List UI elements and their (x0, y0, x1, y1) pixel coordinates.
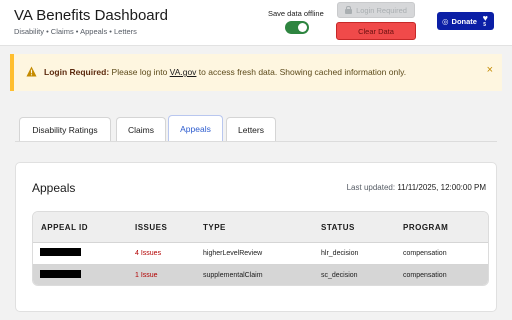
program-cell: compensation (403, 250, 447, 257)
donate-button[interactable]: ◎ Donate ♥ 5 (437, 12, 494, 30)
col-program: PROGRAM (403, 223, 449, 232)
login-alert: Login Required: Please log into VA.gov t… (10, 54, 502, 91)
app-header: VA Benefits Dashboard Disability • Claim… (0, 0, 512, 46)
table-row[interactable]: 1 Issue supplementalClaim sc_decision co… (33, 264, 488, 285)
last-updated-value: 11/11/2025, 12:00:00 PM (397, 183, 486, 192)
appeals-table: APPEAL ID ISSUES TYPE STATUS PROGRAM 4 I… (32, 211, 489, 286)
clear-button-label: Clear Data (358, 26, 394, 36)
alert-text-after: to access fresh data. Showing cached inf… (196, 67, 407, 77)
tab-appeals[interactable]: Appeals (168, 115, 223, 141)
appeals-title: Appeals (32, 181, 76, 195)
tab-letters[interactable]: Letters (226, 117, 276, 141)
donate-count: 5 (483, 22, 486, 28)
issues-cell: 4 Issues (135, 250, 162, 257)
alert-text-before: Please log into (109, 67, 170, 77)
login-button-label: Login Required (356, 5, 407, 15)
status-cell: hlr_decision (321, 250, 359, 257)
donate-icon: ◎ (442, 16, 449, 26)
alert-close-icon[interactable]: × (487, 65, 493, 76)
col-type: TYPE (203, 223, 226, 232)
clear-data-button[interactable]: Clear Data (336, 22, 416, 40)
toggle-knob (298, 23, 307, 32)
alert-message: Login Required: Please log into VA.gov t… (44, 67, 406, 77)
tab-claims[interactable]: Claims (116, 117, 166, 141)
last-updated: Last updated: 11/11/2025, 12:00:00 PM (347, 183, 486, 192)
type-cell: higherLevelReview (203, 250, 263, 257)
redacted-appeal-id (40, 248, 81, 256)
app-title: VA Benefits Dashboard (14, 7, 168, 24)
warning-icon (26, 66, 37, 77)
col-status: STATUS (321, 223, 355, 232)
status-cell: sc_decision (321, 272, 358, 279)
program-cell: compensation (403, 272, 447, 279)
donate-button-label: Donate (451, 16, 477, 26)
tab-disability-ratings[interactable]: Disability Ratings (19, 117, 111, 141)
table-header: APPEAL ID ISSUES TYPE STATUS PROGRAM (33, 212, 488, 242)
save-offline-label: Save data offline (268, 9, 324, 18)
app-subtitle: Disability • Claims • Appeals • Letters (14, 27, 137, 36)
last-updated-label: Last updated: (346, 183, 398, 192)
login-required-button[interactable]: Login Required (337, 2, 415, 18)
alert-strong: Login Required: (44, 67, 110, 77)
redacted-appeal-id (40, 270, 81, 278)
va-gov-link[interactable]: VA.gov (170, 67, 197, 77)
type-cell: supplementalClaim (203, 272, 263, 279)
tab-divider (15, 141, 497, 142)
col-issues: ISSUES (135, 223, 168, 232)
issues-cell: 1 Issue (135, 272, 158, 279)
lock-icon (345, 6, 353, 14)
table-row[interactable]: 4 Issues higherLevelReview hlr_decision … (33, 242, 488, 264)
save-offline-toggle[interactable] (285, 21, 309, 34)
col-appeal-id: APPEAL ID (41, 223, 89, 232)
appeals-card: Appeals Last updated: 11/11/2025, 12:00:… (15, 162, 497, 312)
